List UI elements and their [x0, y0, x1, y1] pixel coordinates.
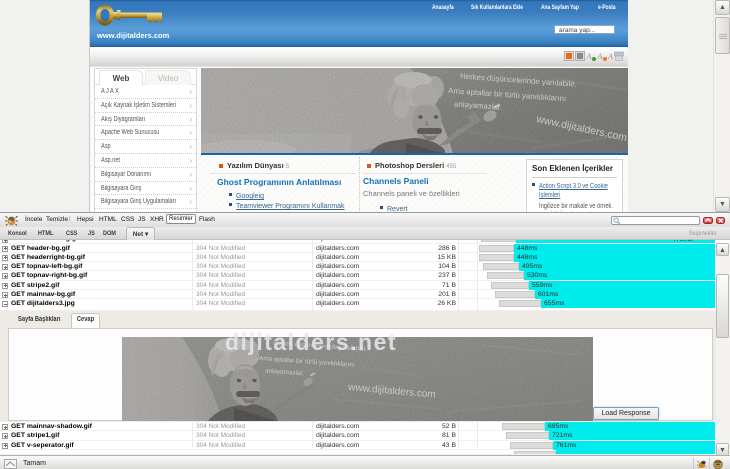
svg-text:A: A: [586, 52, 592, 61]
svg-text:A: A: [597, 52, 603, 61]
svg-text:A: A: [607, 52, 613, 61]
